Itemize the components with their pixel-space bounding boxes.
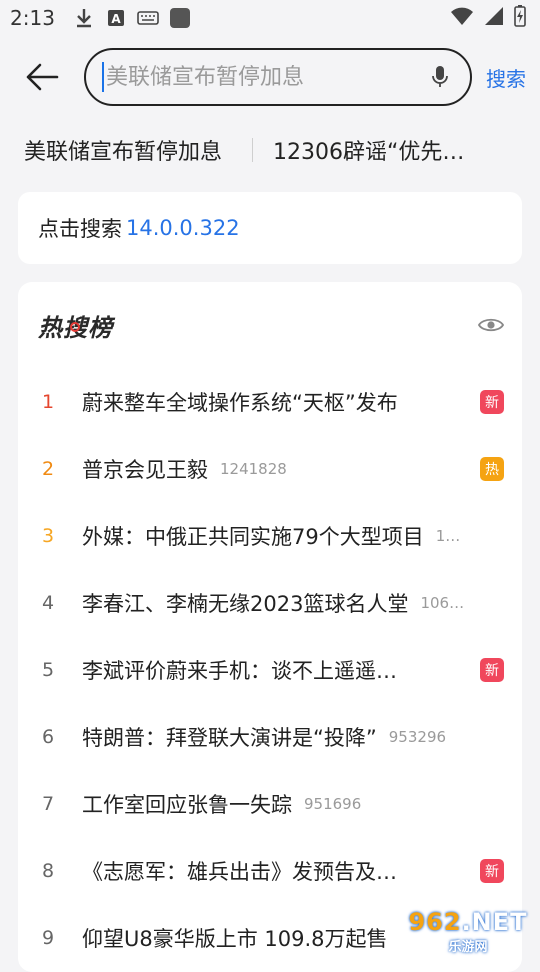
rank-number: 3	[42, 525, 82, 547]
download-icon	[73, 7, 95, 29]
text-app-icon: A	[105, 7, 127, 29]
rank-number: 6	[42, 726, 82, 748]
keyboard-icon	[137, 7, 159, 29]
hot-item-count: 106…	[420, 594, 464, 612]
svg-text:A: A	[111, 12, 121, 26]
hot-item-title: 特朗普：拜登联大演讲是“投降”	[82, 722, 377, 752]
suggestion-item[interactable]: 美联储宣布暂停加息	[24, 134, 222, 166]
hot-item-count: 951696	[304, 795, 361, 813]
new-badge: 新	[480, 390, 504, 414]
hot-item-title: 工作室回应张鲁一失踪	[82, 789, 292, 819]
hot-search-item[interactable]: 5 李斌评价蔚来手机：谈不上遥遥… 新	[18, 636, 522, 703]
hot-search-list: 1 蔚来整车全域操作系统“天枢”发布 新 2 普京会见王毅 1241828 热 …	[18, 368, 522, 971]
hot-search-item[interactable]: 4 李春江、李楠无缘2023篮球名人堂 106…	[18, 569, 522, 636]
eye-icon[interactable]	[478, 315, 504, 335]
back-arrow-icon	[25, 63, 59, 91]
search-suggestions: 美联储宣布暂停加息 12306辟谣“优先购…	[0, 130, 540, 170]
hot-item-title: 仰望U8豪华版上市 109.8万起售	[82, 923, 388, 953]
back-button[interactable]	[0, 44, 84, 110]
microphone-icon[interactable]	[428, 65, 452, 89]
rank-number: 5	[42, 659, 82, 681]
status-time: 2:13	[10, 6, 55, 30]
hot-search-item[interactable]: 2 普京会见王毅 1241828 热	[18, 435, 522, 502]
rank-number: 9	[42, 927, 82, 949]
site-watermark-logo: 962.NET 乐游网	[404, 908, 532, 954]
search-bar-row: 搜索	[0, 44, 540, 110]
battery-charging-icon	[514, 5, 526, 32]
app-square-icon	[169, 7, 191, 29]
hot-item-count: 1…	[436, 527, 461, 545]
wifi-icon	[450, 6, 474, 31]
hot-search-item[interactable]: 6 特朗普：拜登联大演讲是“投降” 953296	[18, 703, 522, 770]
hot-item-title: 蔚来整车全域操作系统“天枢”发布	[82, 387, 398, 417]
signal-icon	[484, 6, 504, 31]
new-badge: 新	[480, 658, 504, 682]
version-number: 14.0.0.322	[126, 216, 240, 240]
search-input[interactable]	[106, 65, 428, 90]
hot-item-title: 普京会见王毅	[82, 454, 208, 484]
rank-number: 4	[42, 592, 82, 614]
hot-search-panel: 热搜榜 1 蔚来整车全域操作系统“天枢”发布 新 2 普京会见王毅 124182…	[18, 282, 522, 972]
rank-number: 8	[42, 860, 82, 882]
search-submit-button[interactable]: 搜索	[486, 63, 526, 92]
hot-search-title: 热搜榜	[38, 308, 113, 343]
watermark-suffix: .NET	[462, 908, 528, 936]
watermark-line1: 962.NET	[408, 908, 527, 936]
rank-number: 7	[42, 793, 82, 815]
hot-item-title: 外媒：中俄正共同实施79个大型项目	[82, 521, 424, 551]
rank-number: 2	[42, 458, 82, 480]
hot-item-title: 李春江、李楠无缘2023篮球名人堂	[82, 588, 408, 618]
hot-item-title: 李斌评价蔚来手机：谈不上遥遥…	[82, 655, 397, 685]
click-search-card[interactable]: 点击搜索 14.0.0.322	[18, 192, 522, 264]
hot-search-header: 热搜榜	[18, 282, 522, 368]
hot-item-count: 953296	[389, 728, 446, 746]
hot-item-title: 《志愿军：雄兵出击》发预告及…	[82, 856, 397, 886]
hot-search-item[interactable]: 1 蔚来整车全域操作系统“天枢”发布 新	[18, 368, 522, 435]
hot-item-count: 1241828	[220, 460, 287, 478]
status-right-group	[450, 5, 526, 32]
status-bar: 2:13 A	[0, 0, 540, 36]
watermark-prefix: 9	[408, 908, 426, 936]
watermark-mid: 62	[426, 908, 461, 936]
hot-badge: 热	[480, 457, 504, 481]
search-mark-icon	[70, 322, 80, 332]
rank-number: 1	[42, 391, 82, 413]
watermark-line2: 乐游网	[448, 936, 487, 955]
hot-search-item[interactable]: 8 《志愿军：雄兵出击》发预告及… 新	[18, 837, 522, 904]
suggestion-item[interactable]: 12306辟谣“优先购…	[273, 134, 483, 166]
hot-search-item[interactable]: 3 外媒：中俄正共同实施79个大型项目 1…	[18, 502, 522, 569]
search-box[interactable]	[84, 48, 472, 106]
click-search-label: 点击搜索	[38, 213, 122, 243]
suggestion-divider	[252, 138, 253, 162]
new-badge: 新	[480, 859, 504, 883]
hot-search-item[interactable]: 7 工作室回应张鲁一失踪 951696	[18, 770, 522, 837]
text-cursor	[102, 62, 104, 92]
